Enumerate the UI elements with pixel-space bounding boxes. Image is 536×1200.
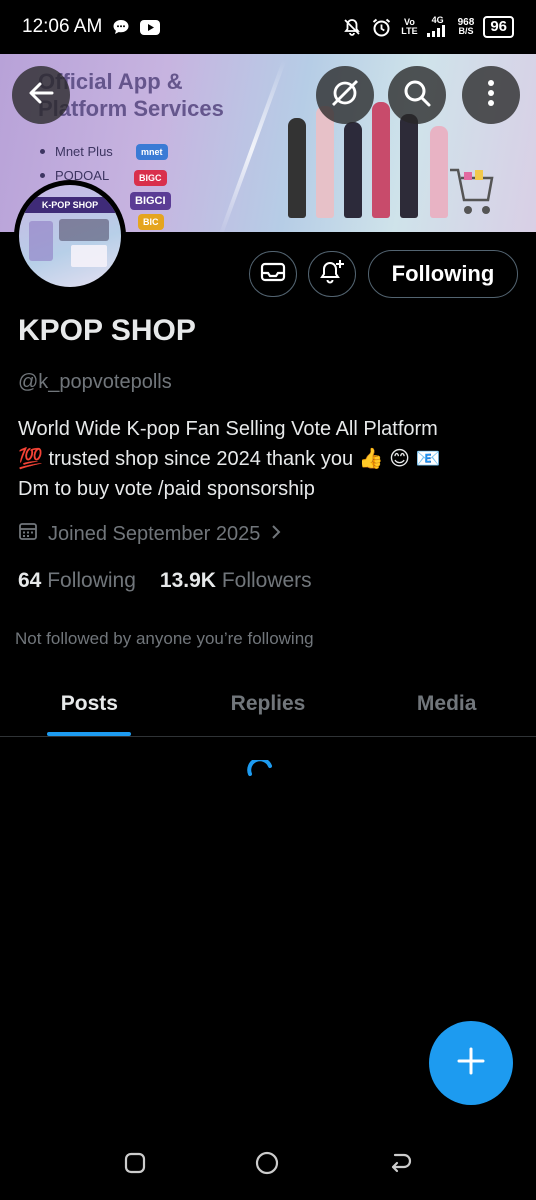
- shopping-cart-icon: [448, 162, 494, 225]
- bell-plus-icon: [318, 258, 346, 291]
- banner-figure: [316, 106, 334, 218]
- status-time: 12:06 AM: [22, 16, 103, 37]
- banner-figure: [372, 102, 390, 218]
- tab-replies[interactable]: Replies: [179, 672, 358, 736]
- calendar-icon: [18, 521, 38, 547]
- status-left: 12:06 AM: [22, 16, 161, 38]
- avatar-image: K-POP SHOP: [19, 185, 121, 287]
- chevron-right-icon: [270, 523, 282, 546]
- more-vertical-icon: [487, 79, 495, 112]
- user-handle: @k_popvotepolls: [18, 371, 172, 393]
- banner-light-streak: [217, 59, 287, 232]
- battery-indicator: 96: [483, 16, 514, 38]
- follow-counts: 64 Following 13.9K Followers: [18, 569, 312, 593]
- search-button[interactable]: [388, 66, 446, 124]
- loading-spinner-icon: [246, 757, 274, 788]
- joined-date[interactable]: Joined September 2025: [18, 521, 282, 547]
- tab-media[interactable]: Media: [357, 672, 536, 736]
- mute-bell-icon: [342, 17, 362, 37]
- banner-chip: BIC: [138, 214, 164, 230]
- profile-bio: World Wide K-pop Fan Selling Vote All Pl…: [18, 414, 523, 504]
- banner-chip: mnet: [136, 144, 168, 160]
- back-button[interactable]: [12, 66, 70, 124]
- recent-apps-icon[interactable]: [123, 1151, 147, 1180]
- back-arrow-icon: [27, 79, 55, 112]
- search-icon: [402, 78, 432, 113]
- following-count-link[interactable]: 64 Following: [18, 569, 136, 593]
- chat-notification-icon: [112, 18, 130, 36]
- status-right: Vo LTE 4G 968 B/S 96: [342, 15, 514, 39]
- alarm-icon: [371, 17, 392, 38]
- followers-count-link[interactable]: 13.9K Followers: [160, 569, 312, 593]
- tab-posts[interactable]: Posts: [0, 672, 179, 736]
- profile-tabs: Posts Replies Media: [0, 672, 536, 737]
- not-followed-note: Not followed by anyone you’re following: [15, 629, 314, 648]
- youtube-icon: [140, 19, 161, 35]
- banner-chip: BIGCI: [130, 192, 171, 210]
- message-button[interactable]: [249, 251, 297, 297]
- notify-button[interactable]: [308, 251, 356, 297]
- grok-button[interactable]: [316, 66, 374, 124]
- profile-avatar[interactable]: K-POP SHOP: [14, 180, 126, 292]
- avatar-ribbon: K-POP SHOP: [25, 197, 115, 213]
- banner-figure: [288, 118, 306, 218]
- banner-chip: BIGC: [134, 170, 167, 186]
- banner-list-item: Mnet Plus: [40, 144, 113, 159]
- bio-line: Dm to buy vote /paid sponsorship: [18, 478, 315, 500]
- following-button[interactable]: Following: [368, 250, 518, 298]
- plus-icon: [457, 1047, 485, 1080]
- bio-line: World Wide K-pop Fan Selling Vote All Pl…: [18, 418, 438, 440]
- system-back-icon[interactable]: [387, 1151, 413, 1180]
- compose-button[interactable]: [429, 1021, 513, 1105]
- system-nav-bar: [0, 1130, 536, 1200]
- grok-icon: [329, 77, 361, 114]
- banner-figure: [430, 126, 448, 218]
- banner-figure: [400, 114, 418, 218]
- mail-icon: [260, 261, 286, 288]
- joined-text: Joined September 2025: [48, 522, 261, 545]
- display-name: KPOP SHOP: [18, 314, 196, 347]
- status-bar: 12:06 AM Vo LTE 4G 968 B/S 96: [0, 0, 536, 54]
- signal-4g-icon: 4G: [426, 15, 449, 39]
- home-icon[interactable]: [254, 1150, 280, 1181]
- more-button[interactable]: [462, 66, 520, 124]
- network-speed: 968 B/S: [457, 17, 475, 36]
- banner-figure: [344, 122, 362, 218]
- bio-line: 💯 trusted shop since 2024 thank you 👍 😊 …: [18, 448, 441, 470]
- volte-indicator: Vo LTE: [401, 17, 418, 36]
